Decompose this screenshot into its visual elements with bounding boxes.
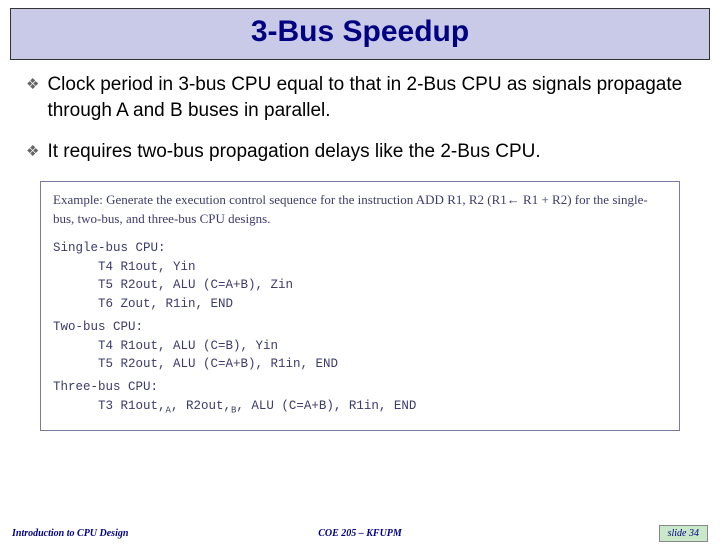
slide-title: 3-Bus Speedup — [11, 15, 709, 49]
footer-center: COE 205 – KFUPM — [318, 528, 402, 539]
slide-title-bar: 3-Bus Speedup — [10, 8, 710, 60]
bullet-text: It requires two-bus propagation delays l… — [47, 139, 540, 165]
footer-right: slide 34 — [659, 525, 708, 542]
footer-left: Introduction to CPU Design — [12, 528, 128, 539]
example-box: Example: Generate the execution control … — [40, 181, 680, 431]
bullet-point: ❖ It requires two-bus propagation delays… — [26, 139, 694, 165]
single-bus-section: Single-bus CPU: T4 R1out, Yin T5 R2out, … — [53, 239, 667, 314]
two-bus-code: T4 R1out, ALU (C=B), Yin T5 R2out, ALU (… — [53, 339, 338, 372]
three-bus-label: Three-bus CPU: — [53, 380, 158, 394]
example-prompt: Example: Generate the execution control … — [53, 190, 667, 229]
slide-content: ❖ Clock period in 3-bus CPU equal to tha… — [0, 60, 720, 431]
two-bus-label: Two-bus CPU: — [53, 320, 143, 334]
three-bus-section: Three-bus CPU: T3 R1out,A, R2out,B, ALU … — [53, 378, 667, 418]
diamond-bullet-icon: ❖ — [26, 142, 39, 162]
bullet-text: Clock period in 3-bus CPU equal to that … — [47, 72, 694, 123]
bullet-point: ❖ Clock period in 3-bus CPU equal to tha… — [26, 72, 694, 123]
single-bus-code: T4 R1out, Yin T5 R2out, ALU (C=A+B), Zin… — [53, 260, 293, 312]
slide-footer: Introduction to CPU Design COE 205 – KFU… — [0, 525, 720, 542]
diamond-bullet-icon: ❖ — [26, 75, 39, 95]
single-bus-label: Single-bus CPU: — [53, 241, 166, 255]
two-bus-section: Two-bus CPU: T4 R1out, ALU (C=B), Yin T5… — [53, 318, 667, 374]
